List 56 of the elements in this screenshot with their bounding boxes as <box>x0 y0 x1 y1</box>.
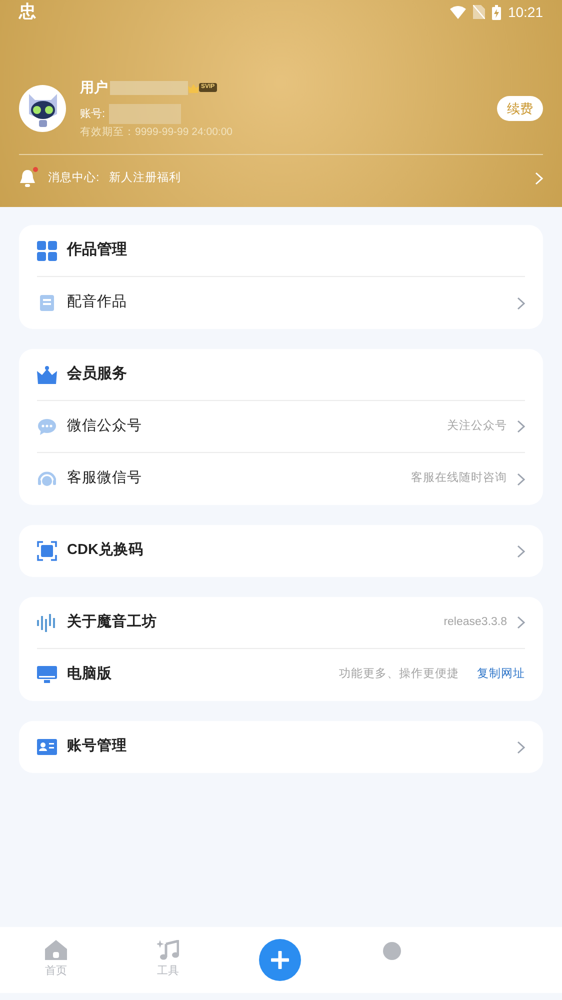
row-label: 微信公众号 <box>67 416 142 436</box>
row-label: 电脑版 <box>67 664 112 684</box>
bell-icon <box>19 168 36 188</box>
chevron-right-icon <box>517 472 525 486</box>
menu-row[interactable]: 关于魔音工坊 release3.3.8 <box>37 597 525 649</box>
copy-link[interactable]: 复制网址 <box>477 666 525 684</box>
monitor-icon <box>37 666 57 684</box>
account-label: 账号: <box>80 106 106 122</box>
scan-icon <box>37 541 57 561</box>
app-glyph: 忠 <box>19 1 36 24</box>
notice-label: 消息中心: <box>48 170 100 186</box>
menu-row[interactable]: CDK兑换码 <box>37 525 525 577</box>
tab-label: 首页 <box>45 964 67 980</box>
menu-row[interactable]: 电脑版 功能更多、操作更便捷 复制网址 <box>37 649 525 701</box>
menu-row[interactable]: 客服微信号 客服在线随时咨询 <box>37 453 525 505</box>
row-label: 关于魔音工坊 <box>67 612 157 632</box>
clock-time: 10:21 <box>508 2 543 22</box>
chevron-right-icon <box>517 420 525 433</box>
row-hint: 客服在线随时咨询 <box>411 470 507 486</box>
battery-charging-icon <box>492 4 501 20</box>
chevron-right-icon <box>517 544 525 558</box>
section-title: 会员服务 <box>67 364 127 384</box>
row-label: CDK兑换码 <box>67 540 144 560</box>
grid-icon <box>37 240 57 260</box>
music-note-icon <box>157 940 179 960</box>
row-hint: release3.3.8 <box>444 614 507 630</box>
menu-row[interactable]: 账号管理 <box>37 721 525 773</box>
row-label: 客服微信号 <box>67 468 142 488</box>
chat-bubble-icon <box>38 418 56 434</box>
tab-label: 工具 <box>157 964 179 980</box>
row-label: 配音作品 <box>67 292 127 312</box>
row-label: 账号管理 <box>67 737 127 756</box>
plus-icon <box>271 951 289 969</box>
sound-wave-icon <box>37 614 57 632</box>
section-title: 作品管理 <box>67 240 127 260</box>
document-icon <box>39 295 55 311</box>
home-icon <box>45 940 67 960</box>
row-hint: 关注公众号 <box>447 418 507 434</box>
add-button[interactable] <box>259 939 301 981</box>
user-name: 用户 <box>80 78 108 97</box>
tab-icon[interactable] <box>382 941 402 961</box>
crown-icon <box>37 366 57 384</box>
crown-icon <box>188 82 199 92</box>
menu-row[interactable]: 配音作品 <box>37 277 525 329</box>
headset-icon <box>38 471 56 487</box>
wifi-icon <box>450 6 466 18</box>
menu-row[interactable]: 微信公众号 关注公众号 <box>37 401 525 453</box>
id-card-icon <box>37 739 57 755</box>
expiry-date: 有效期至：9999-99-99 24:00:00 <box>80 125 234 140</box>
chevron-right-icon <box>517 740 525 754</box>
notice-message: 新人注册福利 <box>109 170 182 186</box>
no-sim-icon <box>472 5 485 19</box>
chevron-right-icon <box>535 172 543 185</box>
chevron-right-icon <box>517 296 525 310</box>
row-hint: 功能更多、操作更便捷 <box>339 666 459 682</box>
chevron-right-icon <box>517 616 525 629</box>
